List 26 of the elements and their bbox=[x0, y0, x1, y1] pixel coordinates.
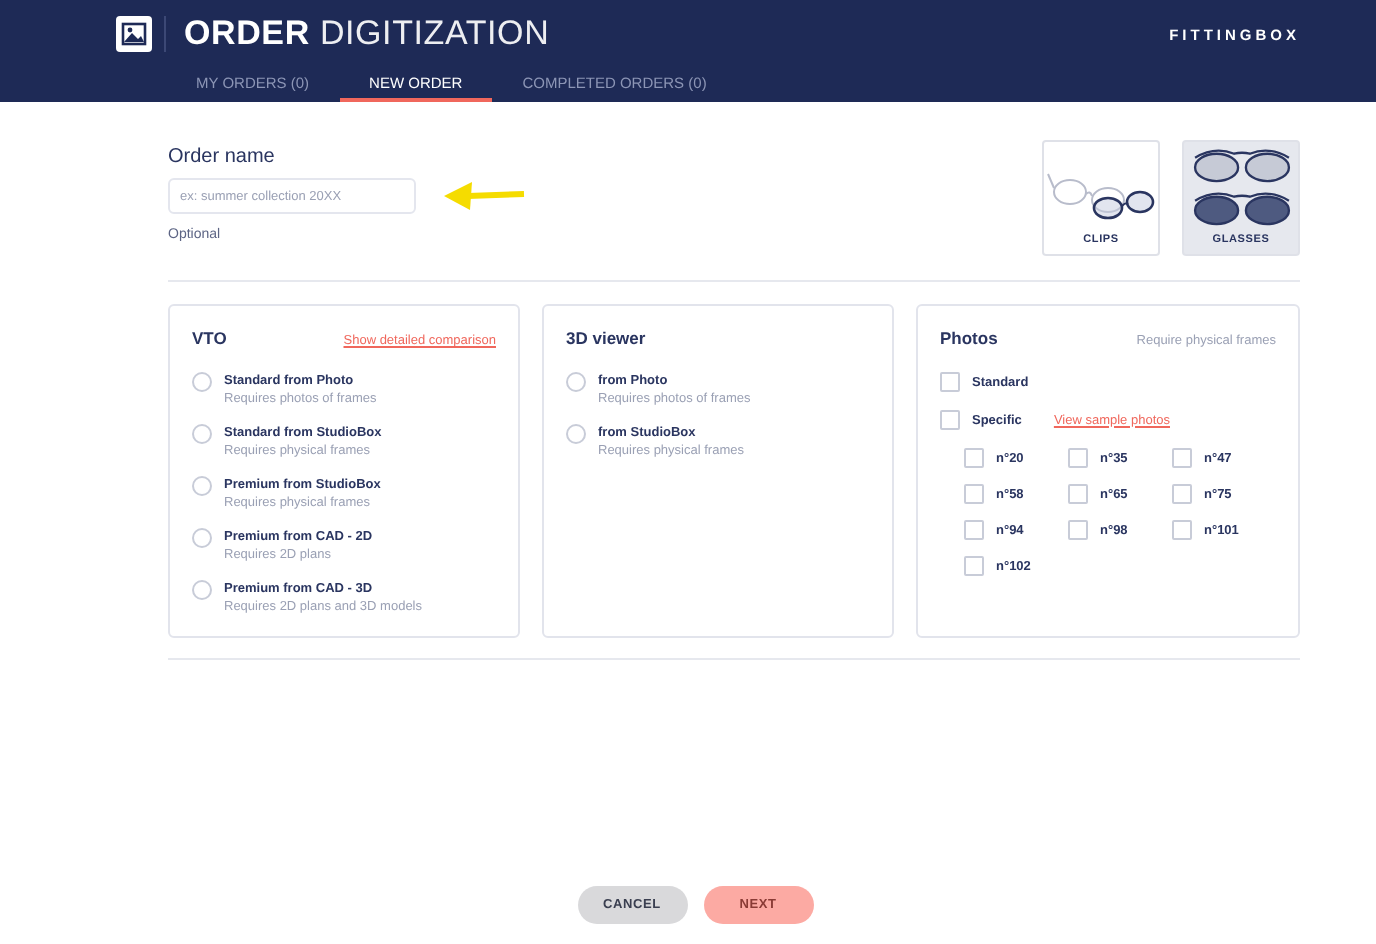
field-label: Order name bbox=[168, 146, 277, 168]
app-title: ORDER DIGITIZATION bbox=[184, 14, 550, 54]
checkbox[interactable] bbox=[1068, 484, 1088, 504]
checkbox[interactable] bbox=[964, 448, 984, 468]
checkbox[interactable] bbox=[1068, 448, 1088, 468]
panel-title: VTO bbox=[192, 328, 227, 348]
checkbox[interactable] bbox=[964, 484, 984, 504]
checkbox[interactable] bbox=[1068, 520, 1088, 540]
panel-title: 3D viewer bbox=[566, 328, 646, 348]
radio-button[interactable] bbox=[192, 580, 212, 600]
checkbox[interactable] bbox=[964, 556, 984, 576]
checkbox[interactable] bbox=[1172, 448, 1192, 468]
checkbox[interactable] bbox=[940, 372, 960, 392]
image-icon bbox=[116, 16, 152, 52]
radio-button[interactable] bbox=[192, 476, 212, 496]
checkbox[interactable] bbox=[964, 520, 984, 540]
checkbox[interactable] bbox=[1172, 520, 1192, 540]
radio-button[interactable] bbox=[192, 372, 212, 392]
radio-button[interactable] bbox=[192, 528, 212, 548]
panel-title: Photos bbox=[940, 328, 998, 348]
checkbox[interactable] bbox=[940, 410, 960, 430]
arrow-icon bbox=[440, 178, 528, 214]
radio-button[interactable] bbox=[192, 424, 212, 444]
radio-button[interactable] bbox=[566, 424, 586, 444]
checkbox[interactable] bbox=[1172, 484, 1192, 504]
radio-button[interactable] bbox=[566, 372, 586, 392]
